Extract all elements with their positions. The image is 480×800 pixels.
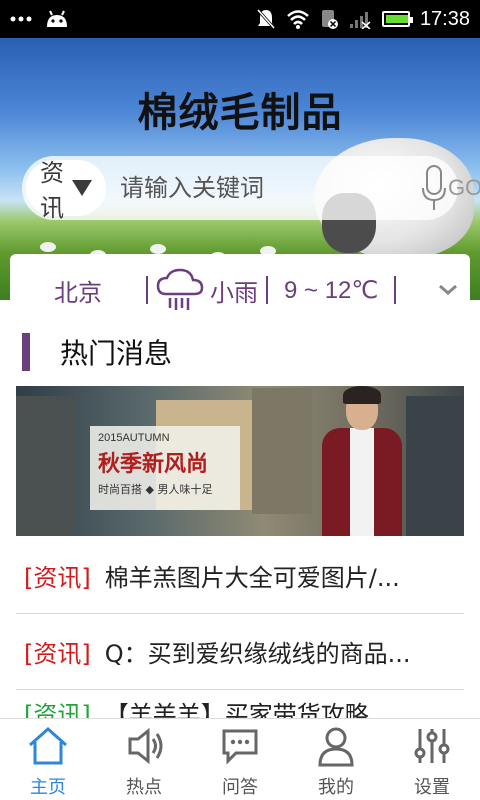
rain-cloud-icon (156, 268, 204, 310)
banner-headline: 秋季新风尚 (98, 452, 209, 477)
category-dropdown[interactable]: 资讯 (26, 159, 106, 222)
news-tag: [资讯] (24, 564, 91, 592)
tab-label: 问答 (222, 777, 258, 798)
banner-sign: 2015AUTUMN 秋季新风尚 时尚百搭 ◆ 男人味十足 (90, 426, 240, 510)
go-button[interactable]: GO (448, 175, 480, 201)
tab-settings[interactable]: 设置 (384, 719, 480, 800)
microphone-icon[interactable] (420, 160, 448, 216)
tab-label: 主页 (30, 777, 66, 798)
battery-icon (381, 11, 413, 27)
tab-label: 设置 (414, 777, 450, 798)
promo-banner[interactable]: 2015AUTUMN 秋季新风尚 时尚百搭 ◆ 男人味十足 (16, 386, 464, 536)
tab-label: 我的 (318, 777, 354, 798)
section-title: 热门消息 (60, 337, 173, 370)
model-shirt (350, 428, 374, 536)
weather-city[interactable]: 北京 (10, 273, 146, 308)
section-accent-bar (22, 333, 30, 371)
signal-icon (349, 12, 371, 29)
sliders-icon (414, 729, 450, 763)
section-header: 热门消息 (22, 332, 172, 372)
banner-model (316, 386, 408, 536)
list-item[interactable]: [资讯] 棉羊羔图片大全可爱图片/... (16, 538, 464, 614)
weather-text: 小雨 (210, 278, 258, 307)
weather-expand-button[interactable] (426, 283, 470, 297)
background-sheep (40, 242, 56, 252)
background-sheep (150, 244, 166, 254)
bottom-tab-bar: 主页 热点 问答 我的 设置 (0, 718, 480, 800)
status-bar: 17:38 (0, 0, 480, 38)
chevron-down-icon (439, 284, 457, 295)
sim-icon (321, 10, 338, 29)
speaker-icon (128, 727, 163, 765)
app-title: 棉绒毛制品 (137, 90, 343, 136)
clock: 17:38 (419, 7, 470, 30)
banner-small-text: 2015AUTUMN (98, 432, 170, 444)
chat-icon (222, 729, 258, 765)
category-label: 资讯 (40, 159, 64, 222)
divider (394, 276, 397, 304)
banner-building (16, 396, 76, 536)
android-icon (47, 10, 67, 27)
search-input[interactable] (106, 174, 420, 202)
home-icon (29, 726, 67, 765)
weather-bar: 北京 小雨 9 ~ 12℃ (10, 254, 470, 326)
banner-subline: 时尚百搭 ◆ 男人味十足 (98, 483, 213, 496)
tab-home[interactable]: 主页 (0, 719, 96, 800)
tab-qa[interactable]: 问答 (192, 719, 288, 800)
user-icon (318, 727, 354, 767)
dropdown-arrow-icon (72, 180, 92, 196)
banner-building (406, 396, 464, 536)
search-bar: 资讯 GO (22, 156, 480, 222)
news-title: Q：买到爱织缘绒线的商品... (104, 640, 411, 668)
news-tag: [资讯] (24, 640, 91, 668)
more-dots-icon (10, 16, 32, 22)
news-title: 棉羊羔图片大全可爱图片/... (104, 564, 400, 592)
tab-mine[interactable]: 我的 (288, 719, 384, 800)
weather-condition: 小雨 (148, 268, 266, 312)
news-list: [资讯] 棉羊羔图片大全可爱图片/... [资讯] Q：买到爱织缘绒线的商品..… (16, 538, 464, 730)
list-item[interactable]: [资讯] Q：买到爱织缘绒线的商品... (16, 614, 464, 690)
wifi-icon (287, 10, 309, 29)
mute-icon (256, 9, 276, 29)
tab-hot[interactable]: 热点 (96, 719, 192, 800)
model-hair (343, 386, 381, 404)
banner-building (252, 388, 312, 514)
tab-label: 热点 (126, 777, 162, 798)
weather-temperature: 9 ~ 12℃ (284, 276, 379, 304)
